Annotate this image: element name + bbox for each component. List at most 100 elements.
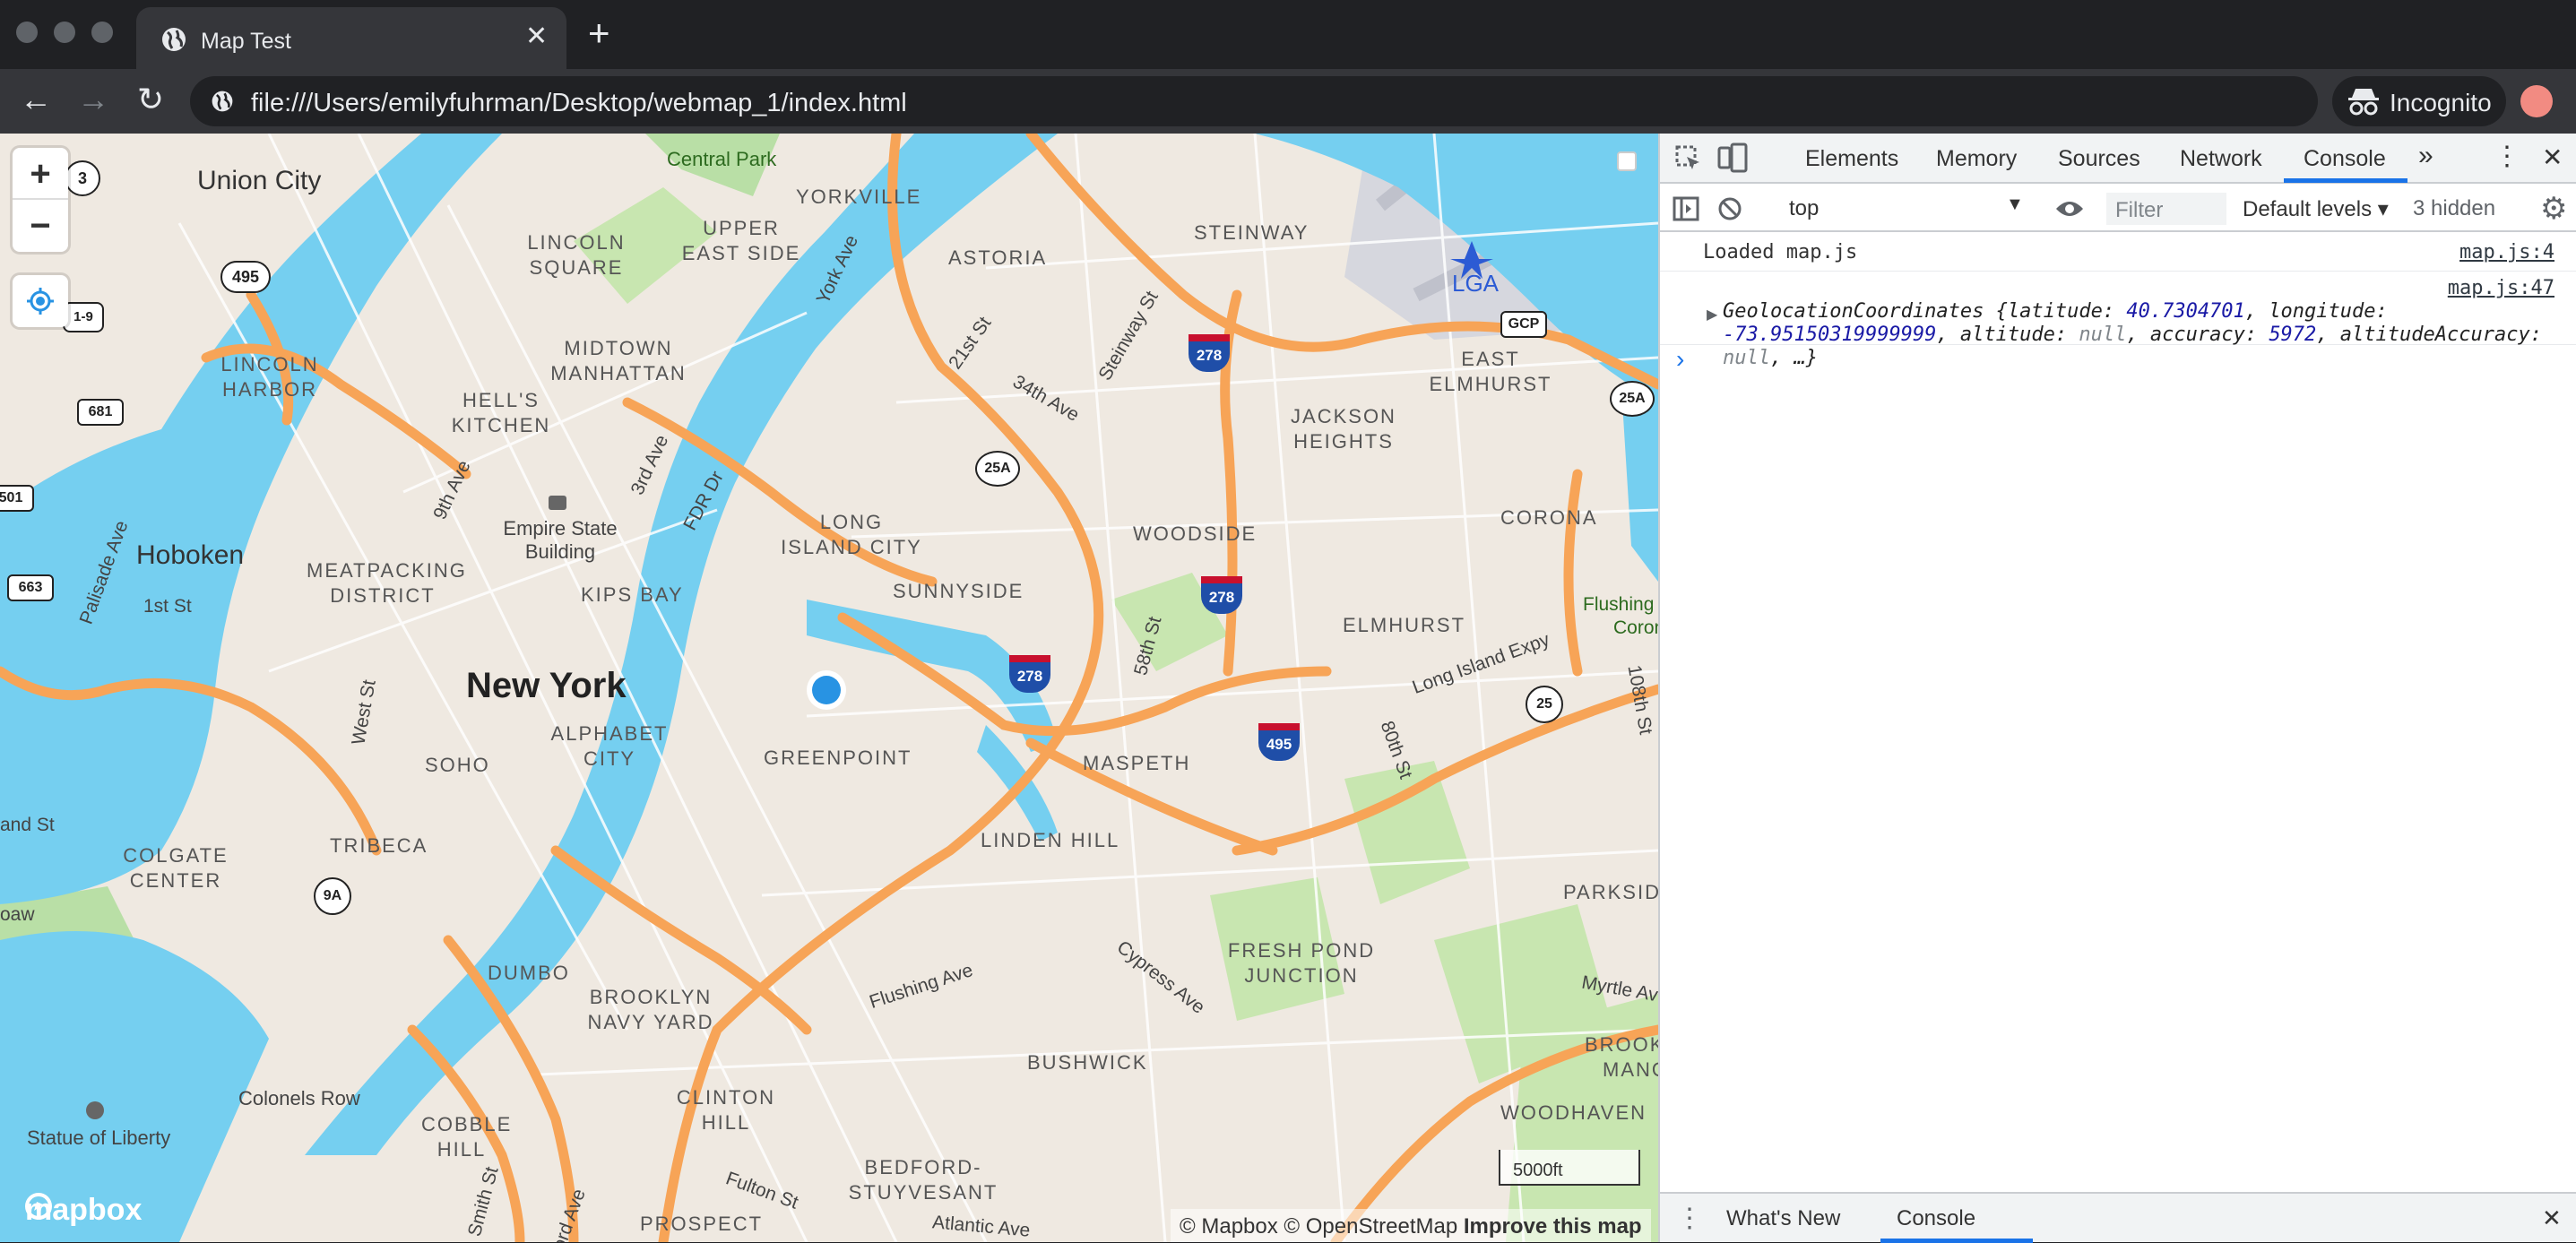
route-shield: 495: [220, 261, 271, 293]
incognito-badge[interactable]: Incognito: [2332, 76, 2506, 126]
map-label: TRIBECA: [330, 834, 428, 857]
sidebar-toggle-icon[interactable]: [1673, 196, 1699, 221]
map-label: SUNNYSIDE: [893, 580, 1024, 602]
tab-title: Map Test: [201, 29, 291, 54]
zoom-controls: + −: [13, 148, 68, 252]
map-label: ALPHABET CITY: [550, 722, 669, 770]
url-text: file:///Users/emilyfuhrman/Desktop/webma…: [251, 89, 907, 117]
drawer-menu-icon[interactable]: ⋮: [1676, 1203, 1703, 1234]
map-label: MEATPACKING DISTRICT: [307, 559, 467, 607]
map-label: LINCOLN SQUARE: [527, 231, 626, 279]
more-tabs-button[interactable]: »: [2418, 141, 2433, 171]
map-label: Flushing: [1583, 594, 1655, 615]
tab-sources[interactable]: Sources: [2058, 146, 2140, 172]
street-label: 1st St: [143, 596, 192, 617]
map-label: MIDTOWN MANHATTAN: [550, 337, 687, 384]
improve-map-link[interactable]: Improve this map: [1464, 1214, 1642, 1239]
map-label: LINDEN HILL: [981, 829, 1120, 851]
map-label: LINCOLN HARBOR: [220, 353, 319, 401]
devtools-panel: Elements Memory Sources Network Console …: [1658, 134, 2576, 1243]
zoom-out-button[interactable]: −: [13, 200, 68, 252]
active-tab-indicator: [2284, 178, 2407, 183]
tab-network[interactable]: Network: [2180, 146, 2262, 172]
chevron-down-icon[interactable]: ▼: [2006, 194, 2024, 215]
filter-input[interactable]: Filter: [2106, 193, 2226, 225]
tab-close-icon[interactable]: ✕: [525, 23, 548, 50]
map-label: Colonels Row: [238, 1087, 360, 1109]
interstate-shield: 495: [1258, 723, 1300, 761]
map-corner-toggle[interactable]: [1617, 151, 1637, 171]
map-label: MANO: [1603, 1058, 1658, 1081]
browser-toolbar: ← → ↻ file:///Users/emilyfuhrman/Desktop…: [0, 69, 2576, 134]
map-label: BROOKLYN NAVY YARD: [587, 986, 714, 1033]
route-shield: 25: [1526, 686, 1563, 723]
interstate-shield: 278: [1189, 334, 1230, 372]
drawer-tab-console[interactable]: Console: [1897, 1206, 1975, 1231]
mapbox-logo-icon: [25, 1193, 52, 1220]
geolocate-button[interactable]: [13, 275, 68, 327]
route-shield: GCP: [1500, 311, 1547, 338]
map-label: COBBLE HILL: [421, 1113, 513, 1161]
route-shield: 663: [7, 574, 54, 601]
drawer-tab-whats-new[interactable]: What's New: [1726, 1206, 1840, 1231]
back-arrow-icon[interactable]: ←: [16, 80, 56, 119]
map-label: UPPER EAST SIDE: [681, 217, 801, 264]
gear-icon[interactable]: ⚙: [2540, 191, 2567, 227]
window-maximize-button[interactable]: [91, 22, 113, 43]
map-label: PARKSIDE: [1563, 881, 1658, 903]
map-label: Union City: [197, 166, 322, 195]
tab-elements[interactable]: Elements: [1805, 146, 1898, 172]
console-message[interactable]: Loaded map.js map.js:4: [1660, 234, 2576, 272]
street-label: and St: [0, 815, 55, 835]
console-prompt[interactable]: ›: [1676, 345, 1684, 374]
window-minimize-button[interactable]: [54, 22, 75, 43]
interstate-shield: 278: [1009, 655, 1050, 693]
window-close-button[interactable]: [16, 22, 38, 43]
route-shield: 25A: [975, 451, 1020, 487]
inspect-element-icon[interactable]: [1674, 144, 1703, 173]
device-toolbar-icon[interactable]: [1717, 142, 1748, 175]
address-bar[interactable]: file:///Users/emilyfuhrman/Desktop/webma…: [190, 76, 2318, 126]
context-selector[interactable]: top: [1789, 196, 1819, 221]
console-object-preview: GeolocationCoordinates {latitude: 40.730…: [1723, 300, 2542, 369]
map-label: CLINTON HILL: [676, 1086, 776, 1134]
filter-placeholder: Filter: [2115, 198, 2164, 222]
eye-icon[interactable]: [2054, 198, 2085, 220]
map-canvas[interactable]: Central Park YORKVILLE ASTORIA STEINWAY …: [0, 134, 1658, 1242]
close-drawer-icon[interactable]: ✕: [2542, 1204, 2562, 1232]
globe-icon: [212, 91, 233, 112]
geolocate-icon: [27, 288, 54, 315]
map-label: BEDFORD-STUYVESANT: [848, 1156, 998, 1204]
console-source-link[interactable]: map.js:47: [2448, 277, 2554, 299]
kebab-menu-icon[interactable]: ⋮: [2494, 141, 2520, 172]
new-tab-button[interactable]: +: [588, 14, 610, 52]
clear-console-icon[interactable]: [1717, 196, 1742, 221]
close-devtools-icon[interactable]: ✕: [2542, 142, 2563, 172]
map-label: LONG ISLAND CITY: [781, 511, 922, 558]
profile-update-icon[interactable]: [2520, 85, 2553, 117]
attribution-osm-link[interactable]: © OpenStreetMap: [1284, 1214, 1457, 1239]
log-levels-dropdown[interactable]: Default levels ▾: [2243, 196, 2389, 222]
reload-icon[interactable]: ↻: [131, 80, 170, 119]
map-label: STEINWAY: [1194, 221, 1310, 244]
map-label: BUSHWICK: [1027, 1051, 1148, 1074]
map-label: GREENPOINT: [764, 747, 912, 769]
route-shield: 1-9: [63, 302, 104, 332]
map-label: COLGATE CENTER: [123, 844, 229, 892]
active-drawer-tab-indicator: [1880, 1239, 2033, 1243]
console-message-text: Loaded map.js: [1703, 241, 1858, 263]
expand-triangle-icon[interactable]: ▶: [1707, 306, 1717, 324]
zoom-in-button[interactable]: +: [13, 148, 68, 200]
browser-tab-bar: Map Test ✕ +: [0, 0, 2576, 69]
tab-console[interactable]: Console: [2304, 146, 2386, 172]
browser-tab[interactable]: Map Test ✕: [136, 7, 566, 69]
mapbox-logo[interactable]: mapbox: [25, 1193, 142, 1228]
console-message[interactable]: map.js:47 ▶ GeolocationCoordinates {lati…: [1660, 273, 2576, 369]
map-label: Corona: [1613, 617, 1658, 638]
map-label: WOODHAVEN: [1500, 1101, 1647, 1124]
forward-arrow-icon[interactable]: →: [73, 80, 113, 119]
tab-memory[interactable]: Memory: [1936, 146, 2017, 172]
console-source-link[interactable]: map.js:4: [2459, 241, 2554, 263]
map-label: MASPETH: [1083, 752, 1191, 774]
attribution-mapbox-link[interactable]: © Mapbox: [1180, 1214, 1278, 1239]
